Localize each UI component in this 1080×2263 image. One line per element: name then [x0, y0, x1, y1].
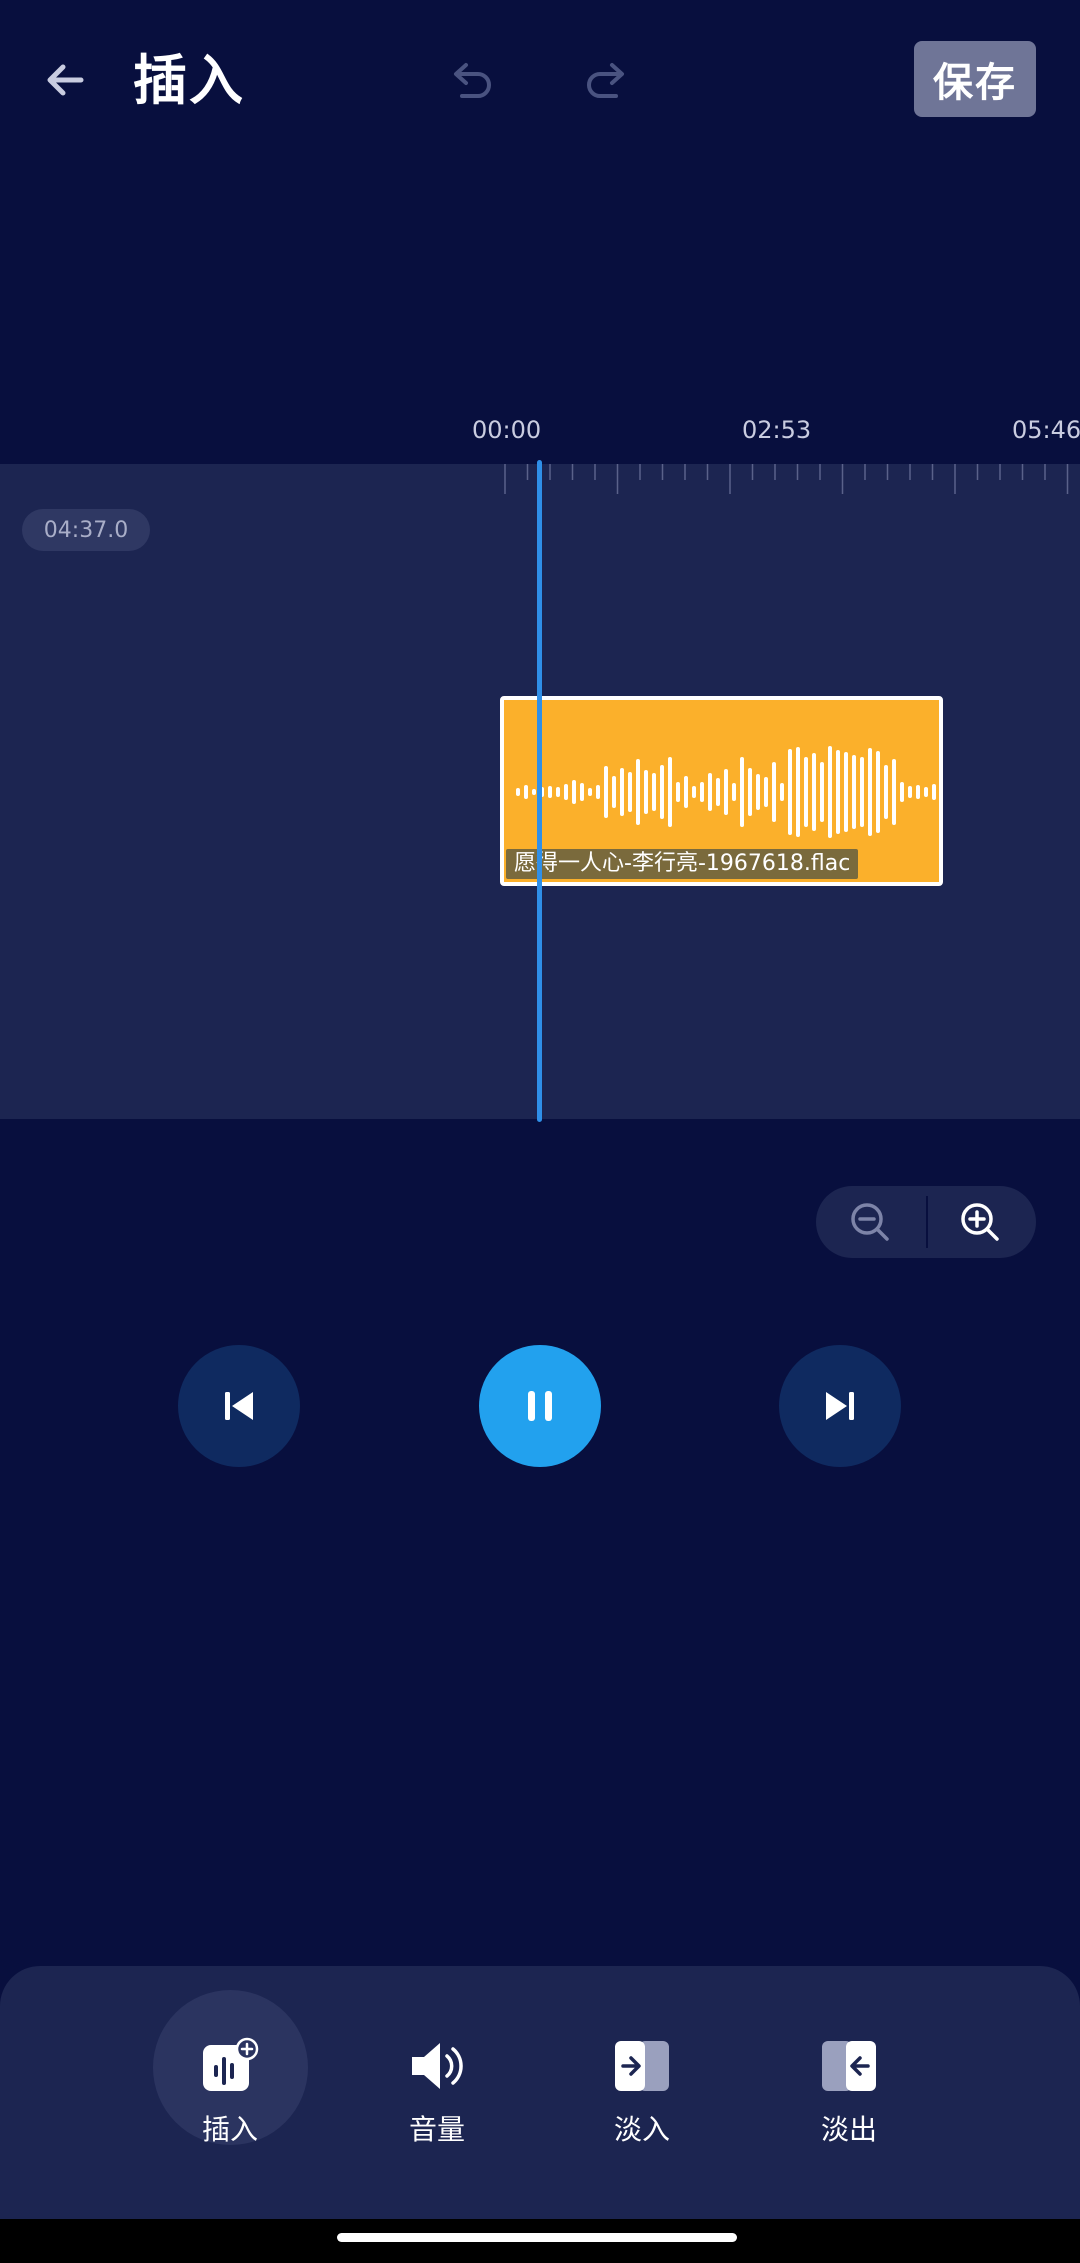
waveform-bar	[764, 777, 768, 807]
waveform-bar	[812, 753, 816, 831]
waveform-bar	[772, 762, 776, 822]
waveform-bar	[924, 787, 928, 797]
waveform-bar	[612, 776, 616, 808]
zoom-out-button[interactable]	[840, 1192, 900, 1252]
waveform-bar	[892, 759, 896, 825]
playhead[interactable]	[537, 460, 542, 1122]
waveform-bar	[668, 757, 672, 827]
home-indicator[interactable]	[337, 2233, 737, 2242]
waveform-bar	[708, 773, 712, 811]
volume-icon	[407, 2036, 467, 2096]
waveform-bar	[684, 776, 688, 808]
waveform-bar	[572, 780, 576, 804]
waveform-bar	[636, 759, 640, 825]
back-button[interactable]	[36, 50, 96, 110]
waveform-bar	[524, 785, 528, 799]
clip-name-label: 愿得一人心-李行亮-1967618.flac	[506, 849, 859, 879]
tool-fade-in-label: 淡入	[613, 2113, 670, 2146]
waveform-bar	[748, 768, 752, 816]
tool-volume-label: 音量	[408, 2113, 465, 2146]
waveform-bar	[916, 785, 920, 799]
tool-volume[interactable]: 音量	[377, 2036, 497, 2148]
waveform-bar	[908, 786, 912, 798]
skip-to-end-button[interactable]	[779, 1345, 901, 1467]
waveform-bar	[788, 749, 792, 835]
redo-button[interactable]	[580, 50, 630, 110]
waveform-bar	[676, 782, 680, 802]
waveform-bar	[580, 783, 584, 801]
tool-fade-out[interactable]: 淡出	[789, 2036, 909, 2148]
waveform-bar	[860, 757, 864, 827]
undo-button[interactable]	[448, 50, 498, 110]
ruler-label-end: 05:46	[1012, 416, 1080, 444]
waveform-bar	[756, 774, 760, 810]
waveform-bar	[868, 748, 872, 836]
zoom-divider	[926, 1196, 928, 1248]
fade-out-icon	[819, 2036, 879, 2096]
waveform-bar	[692, 786, 696, 798]
waveform-bar	[732, 783, 736, 801]
waveform-bar	[900, 782, 904, 802]
waveform-bar	[700, 782, 704, 802]
save-button[interactable]: 保存	[914, 41, 1036, 117]
waveform-bar	[796, 747, 800, 837]
waveform-bar	[644, 770, 648, 814]
waveform-bar	[876, 751, 880, 833]
ruler-label-start: 00:00	[472, 416, 542, 444]
waveform-bar	[596, 785, 600, 799]
skip-to-start-button[interactable]	[178, 1345, 300, 1467]
tool-fade-in[interactable]: 淡入	[582, 2036, 702, 2148]
waveform-bar	[620, 768, 624, 816]
tool-fade-out-label: 淡出	[820, 2113, 877, 2146]
waveform-bar	[836, 750, 840, 834]
waveform-bar	[780, 783, 784, 801]
pause-button[interactable]	[479, 1345, 601, 1467]
duration-badge: 04:37.0	[22, 509, 150, 551]
waveform-bar	[652, 773, 656, 811]
waveform-bar	[740, 757, 744, 827]
waveform-bar	[548, 786, 552, 798]
skip-next-icon	[826, 1392, 854, 1420]
ruler-label-mid: 02:53	[742, 416, 812, 444]
undo-icon	[454, 63, 491, 98]
waveform-bar	[532, 789, 536, 795]
waveform-bar	[884, 765, 888, 819]
waveform-bar	[604, 766, 608, 818]
fade-in-icon	[612, 2036, 672, 2096]
waveform-bar	[724, 769, 728, 815]
waveform-bar	[628, 772, 632, 812]
waveform-bar	[556, 787, 560, 797]
zoom-in-button[interactable]	[950, 1192, 1010, 1252]
waveform-bar	[828, 746, 832, 838]
skip-previous-icon	[225, 1392, 253, 1420]
waveform-bar	[804, 757, 808, 827]
waveform-bar	[852, 755, 856, 829]
waveform-bar	[820, 762, 824, 822]
waveform-bar	[844, 752, 848, 832]
page-title: 插入	[133, 49, 245, 112]
zoom-out-icon	[851, 1203, 889, 1241]
tool-insert-label: 插入	[201, 2113, 258, 2146]
waveform-bar	[932, 784, 936, 800]
pause-icon	[528, 1391, 552, 1421]
waveform-bar	[716, 778, 720, 806]
waveform-bar	[588, 788, 592, 796]
waveform-bar	[564, 784, 568, 800]
tool-insert[interactable]: 插入	[170, 2036, 290, 2148]
waveform-bar	[516, 788, 520, 796]
waveform-bar	[660, 765, 664, 819]
zoom-in-icon	[961, 1203, 999, 1241]
redo-icon	[587, 63, 624, 98]
insert-audio-icon	[200, 2036, 260, 2096]
arrow-left-icon	[47, 64, 84, 96]
